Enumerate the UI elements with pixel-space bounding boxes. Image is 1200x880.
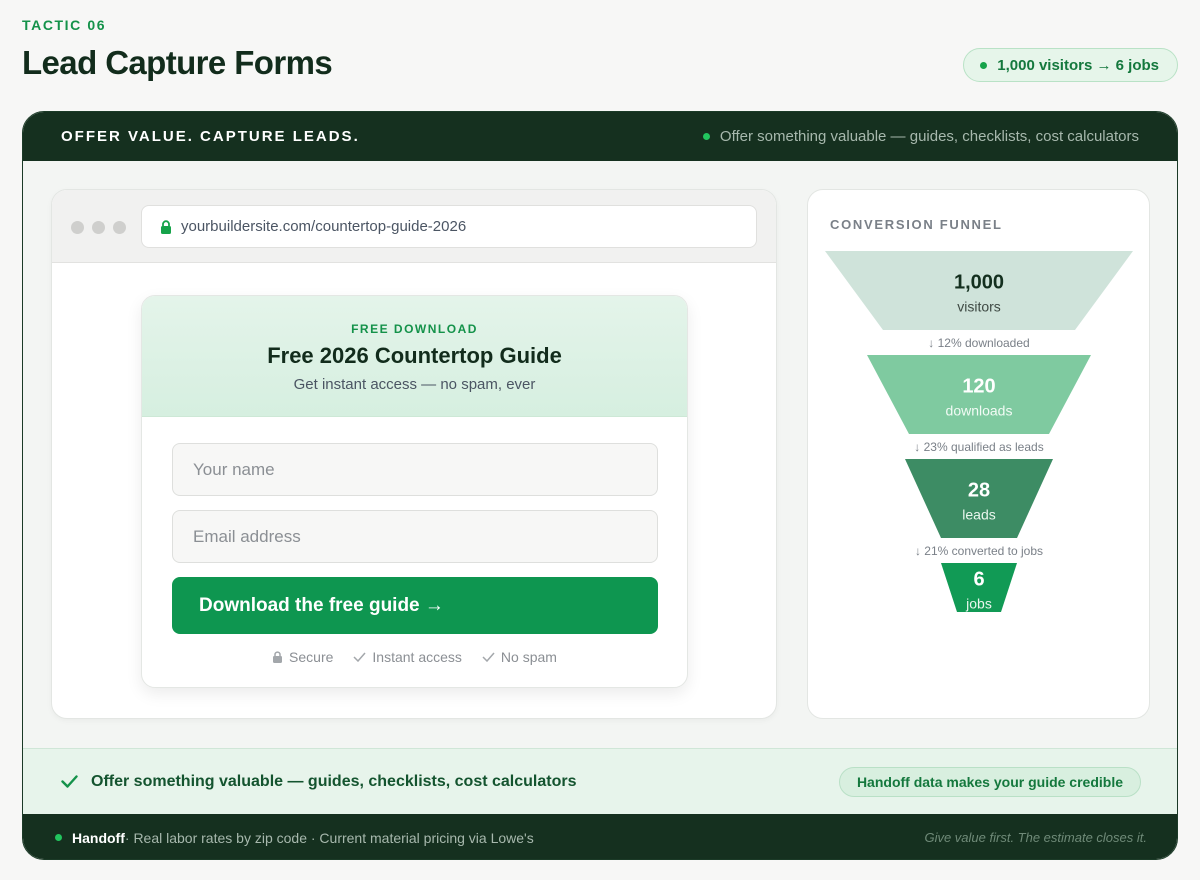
footer-tagline: Give value first. The estimate closes it…	[924, 830, 1147, 845]
lead-form-header: FREE DOWNLOAD Free 2026 Countertop Guide…	[142, 296, 687, 417]
form-subtitle: Get instant access — no spam, ever	[293, 376, 536, 393]
tactic-eyebrow: TACTIC 06	[22, 17, 107, 33]
tip-dot-icon	[702, 133, 710, 140]
conversion-funnel-card: CONVERSION FUNNEL 1,000 visitors 120 downlo…	[807, 189, 1150, 719]
trust-secure-label: Secure	[289, 649, 334, 665]
tip-strip: Offer something valuable — guides, check…	[23, 748, 1177, 814]
address-bar-url: yourbuildersite.com/countertop-guide-202…	[181, 218, 467, 235]
tactic-card: OFFER VALUE. CAPTURE LEADS. Offer someth…	[22, 111, 1178, 860]
tip-strip-text: Offer something valuable — guides, check…	[91, 772, 577, 790]
email-input[interactable]	[172, 510, 658, 563]
padlock-icon	[273, 651, 283, 663]
lead-form-card: FREE DOWNLOAD Free 2026 Countertop Guide…	[141, 295, 688, 688]
footer-details: · Real labor rates by zip code · Current…	[124, 829, 534, 846]
lock-icon	[161, 219, 171, 234]
status-dot-icon	[980, 61, 988, 69]
trust-instant-label: Instant access	[372, 649, 462, 665]
checkmark-icon	[61, 775, 78, 788]
page-title: Lead Capture Forms	[22, 44, 333, 81]
trust-secure: Secure	[272, 649, 333, 665]
window-minimize-icon[interactable]	[92, 221, 105, 234]
funnel-rate-label: ↓ 21% converted to jobs	[915, 544, 1043, 558]
name-input[interactable]	[172, 443, 658, 496]
card-header: OFFER VALUE. CAPTURE LEADS. Offer someth…	[23, 112, 1177, 161]
card-headline: OFFER VALUE. CAPTURE LEADS.	[61, 128, 360, 145]
funnel-value-jobs: 6	[973, 569, 984, 591]
funnel-diagram: 1,000 visitors 120 downloads 28 leads 6 jobs ↓ 1…	[825, 251, 1133, 612]
funnel-label-visitors: visitors	[957, 299, 1001, 315]
credibility-badge: Handoff data makes your guide credible	[838, 766, 1141, 797]
window-maximize-icon[interactable]	[113, 221, 126, 234]
funnel-label-leads: leads	[962, 507, 995, 523]
address-bar[interactable]: yourbuildersite.com/countertop-guide-202…	[141, 205, 757, 248]
download-guide-button[interactable]: Download the free guide →	[172, 577, 658, 634]
trust-nospam-label: No spam	[500, 649, 557, 665]
card-tip-text: Offer something valuable — guides, check…	[719, 128, 1139, 145]
form-eyebrow: FREE DOWNLOAD	[351, 322, 478, 336]
form-title: Free 2026 Countertop Guide	[267, 343, 562, 368]
trust-nospam: No spam	[482, 649, 557, 665]
stat-badge: 1,000 visitors → 6 jobs	[963, 48, 1178, 82]
card-tip: Offer something valuable — guides, check…	[702, 128, 1139, 145]
funnel-value-leads: 28	[968, 480, 990, 502]
funnel-rate-label: ↓ 12% downloaded	[928, 336, 1029, 350]
funnel-label-downloads: downloads	[946, 403, 1013, 419]
browser-mockup: yourbuildersite.com/countertop-guide-202…	[51, 189, 777, 719]
trust-instant: Instant access	[353, 649, 462, 665]
window-close-icon[interactable]	[71, 221, 84, 234]
trust-badges: Secure Instant access No spam	[142, 649, 687, 665]
checkmark-icon	[353, 652, 366, 662]
stat-badge-label: 1,000 visitors → 6 jobs	[997, 56, 1159, 74]
funnel-label-jobs: jobs	[965, 596, 992, 612]
funnel-value-downloads: 120	[962, 376, 995, 398]
footer-brand: Handoff	[72, 829, 125, 846]
checkmark-icon	[482, 652, 495, 662]
brand-dot-icon	[55, 834, 62, 841]
funnel-rate-label: ↓ 23% qualified as leads	[914, 440, 1043, 454]
card-footer: Handoff · Real labor rates by zip code ·…	[23, 814, 1177, 859]
funnel-value-visitors: 1,000	[954, 272, 1004, 294]
browser-toolbar: yourbuildersite.com/countertop-guide-202…	[52, 190, 776, 263]
